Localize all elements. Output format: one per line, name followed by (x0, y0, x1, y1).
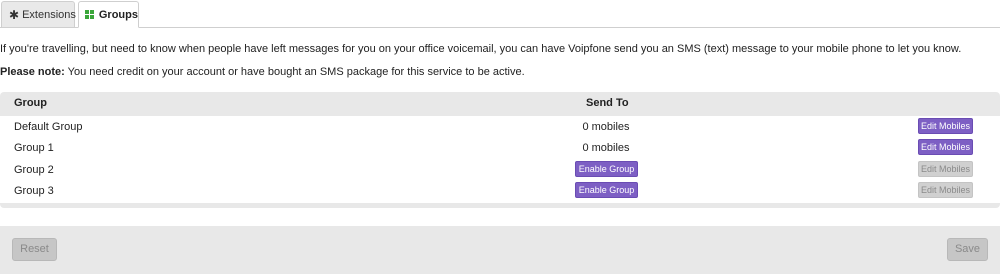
table-header: Group Send To (0, 92, 1000, 116)
group-name: Group 1 (14, 142, 54, 154)
asterisk-icon: ✱ (9, 7, 20, 22)
tab-extensions[interactable]: ✱ Extensions (1, 1, 76, 28)
table-row: Default Group 0 mobiles Edit Mobiles (0, 116, 1000, 137)
edit-mobiles-button[interactable]: Edit Mobiles (918, 139, 973, 155)
credit-note: Please note: You need credit on your acc… (0, 66, 1000, 78)
save-button[interactable]: Save (947, 238, 988, 261)
group-name: Group 2 (14, 164, 54, 176)
group-name: Group 3 (14, 185, 54, 197)
group-name: Default Group (14, 121, 83, 133)
edit-mobiles-button-disabled: Edit Mobiles (918, 182, 973, 198)
note-label: Please note: (0, 66, 65, 78)
table-row: Group 1 0 mobiles Edit Mobiles (0, 137, 1000, 158)
tab-extensions-label: Extensions (22, 8, 76, 21)
edit-mobiles-button-disabled: Edit Mobiles (918, 161, 973, 177)
table-body: Default Group 0 mobiles Edit Mobiles Gro… (0, 116, 1000, 203)
reset-button[interactable]: Reset (12, 238, 57, 261)
grid-icon (85, 9, 95, 20)
tab-bar: ✱ Extensions Groups (0, 0, 1000, 28)
send-to-value: 0 mobiles (582, 142, 630, 154)
enable-group-button[interactable]: Enable Group (575, 161, 638, 177)
note-text: You need credit on your account or have … (64, 66, 525, 78)
table-row: Group 3 Enable Group Edit Mobiles (0, 180, 1000, 201)
table-row: Group 2 Enable Group Edit Mobiles (0, 159, 1000, 180)
enable-group-button[interactable]: Enable Group (575, 182, 638, 198)
header-send-to: Send To (586, 97, 629, 109)
form-footer: Reset Save (0, 226, 1000, 274)
tab-groups-label: Groups (98, 8, 138, 21)
header-group: Group (14, 97, 47, 109)
groups-table: Group Send To Default Group 0 mobiles Ed… (0, 92, 1000, 208)
tab-groups[interactable]: Groups (78, 1, 139, 28)
edit-mobiles-button[interactable]: Edit Mobiles (918, 118, 973, 134)
intro-text: If you're travelling, but need to know w… (0, 43, 962, 55)
send-to-value: 0 mobiles (582, 121, 630, 133)
